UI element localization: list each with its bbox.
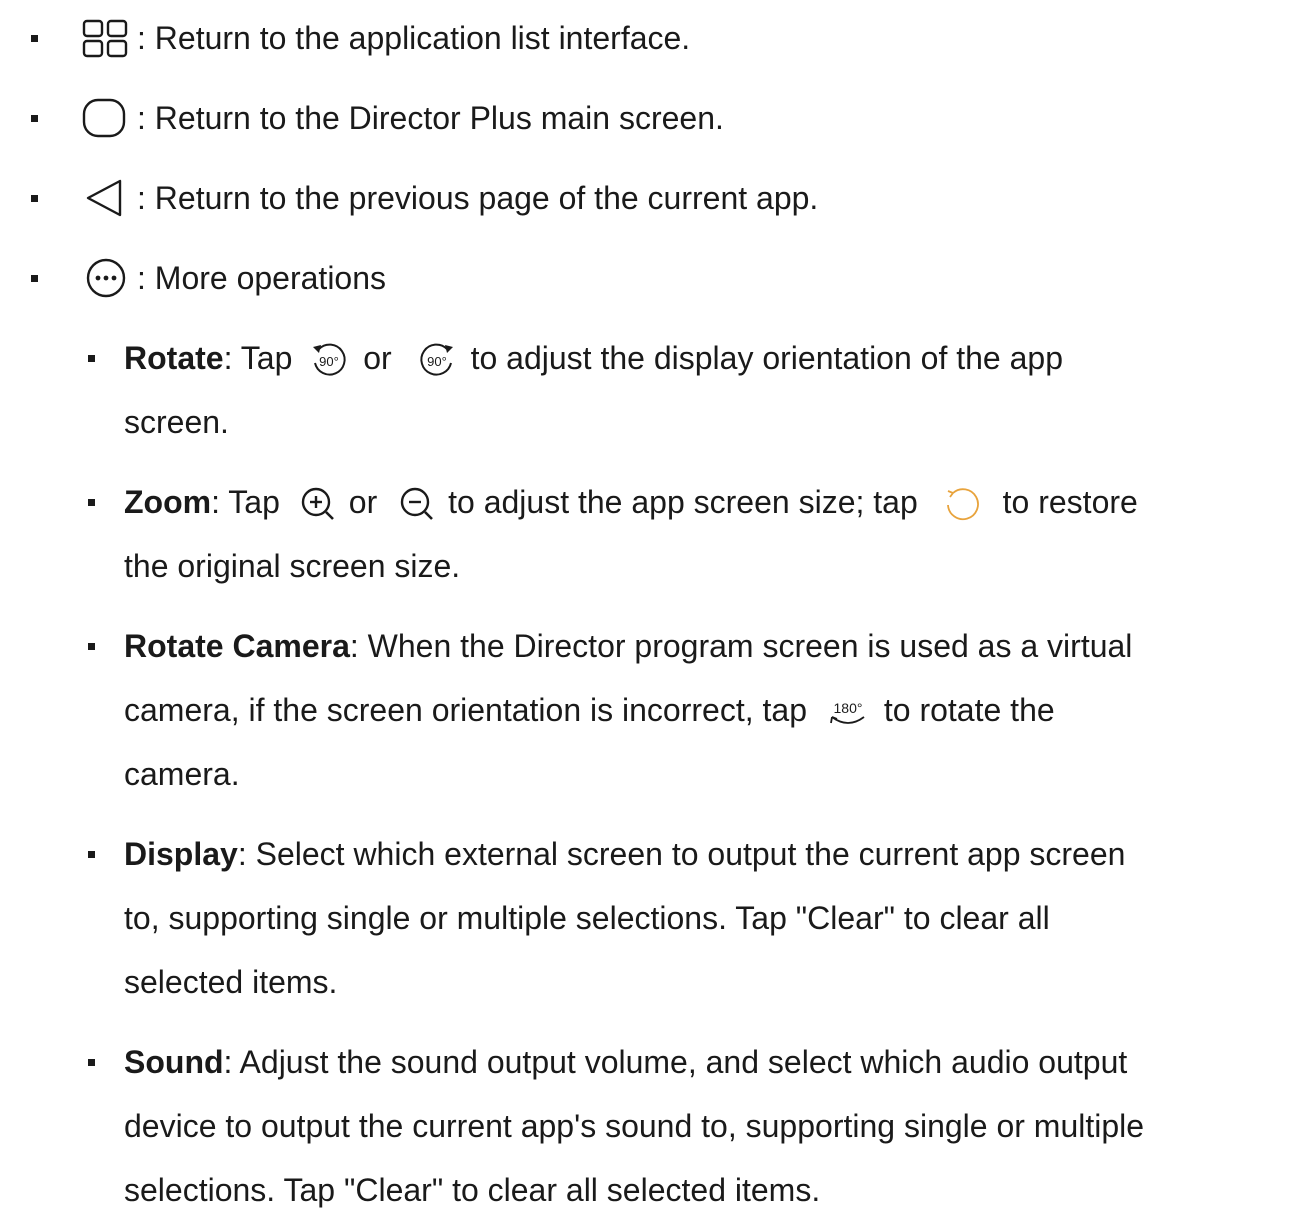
- rotate-camera-title: Rotate Camera: [124, 628, 350, 664]
- sound-title: Sound: [124, 1044, 224, 1080]
- rotate-ccw-icon: 90°: [313, 343, 346, 376]
- bullet: [31, 35, 38, 42]
- sound-line-3: selections. Tap "Clear" to clear all sel…: [124, 1172, 821, 1208]
- item-text: : Return to the application list interfa…: [137, 20, 691, 56]
- bullet: [88, 643, 95, 650]
- rotate-cw-icon: 90°: [419, 343, 453, 376]
- rotate-title: Rotate: [124, 340, 224, 376]
- bullet: [31, 195, 38, 202]
- display-line-3: selected items.: [124, 964, 338, 1000]
- zoom-line-2: the original screen size.: [124, 548, 461, 584]
- svg-text:90°: 90°: [319, 354, 339, 369]
- restore-size-icon: [946, 487, 979, 520]
- rotate-camera-line-2: camera, if the screen orientation is inc…: [124, 690, 1055, 733]
- zoom-line-1: Zoom: Tap or to adjust the app screen si…: [124, 482, 1138, 525]
- zoom-in-icon: [301, 487, 334, 520]
- back-triangle-icon: [86, 179, 122, 217]
- display-title: Display: [124, 836, 238, 872]
- zoom-out-icon: [400, 487, 434, 520]
- rotate-camera-line-1: Rotate Camera: When the Director program…: [124, 628, 1133, 664]
- item-text: : Return to the Director Plus main scree…: [137, 100, 724, 136]
- item-text: : Return to the previous page of the cur…: [137, 180, 819, 216]
- rotate-line-1: Rotate: Tap 90° or 90° to adjust the dis…: [124, 338, 1063, 381]
- svg-text:180°: 180°: [833, 700, 862, 716]
- svg-text:90°: 90°: [427, 354, 447, 369]
- bullet: [88, 851, 95, 858]
- rounded-square-icon: [82, 98, 126, 138]
- grid-icon: [82, 19, 128, 58]
- bullet: [31, 275, 38, 282]
- rotate-180-icon: 180°: [829, 700, 865, 724]
- bullet: [88, 355, 95, 362]
- sound-line-1: Sound: Adjust the sound output volume, a…: [124, 1044, 1128, 1080]
- bullet: [31, 115, 38, 122]
- zoom-title: Zoom: [124, 484, 212, 520]
- bullet: [88, 1059, 95, 1066]
- display-line-1: Display: Select which external screen to…: [124, 836, 1126, 872]
- rotate-camera-line-3: camera.: [124, 756, 240, 792]
- display-line-2: to, supporting single or multiple select…: [124, 900, 1050, 936]
- bullet: [88, 499, 95, 506]
- rotate-line-2: screen.: [124, 404, 229, 440]
- sound-line-2: device to output the current app's sound…: [124, 1108, 1145, 1144]
- more-dots-icon: [86, 258, 126, 298]
- item-text: : More operations: [137, 260, 387, 296]
